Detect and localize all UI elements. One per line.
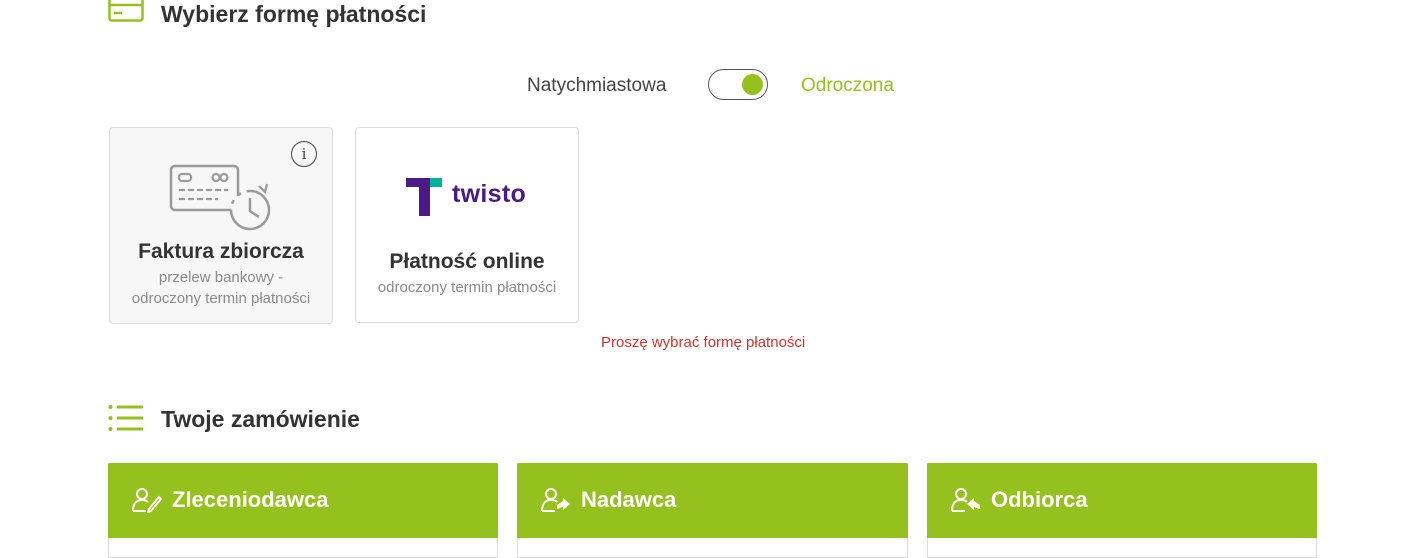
- person-send-icon: [541, 488, 570, 512]
- card-title: Płatność online: [389, 250, 545, 273]
- credit-card-icon: [108, 0, 144, 22]
- panel-header[interactable]: Odbiorca: [927, 463, 1317, 538]
- section-title-order: Twoje zamówienie: [161, 406, 360, 432]
- list-icon: [108, 405, 143, 431]
- card-clock-icon: [169, 164, 271, 231]
- panel-sender: Nadawca: [517, 463, 908, 558]
- twisto-wordmark: twisto: [452, 180, 527, 208]
- panel-header[interactable]: Zleceniodawca: [108, 463, 498, 538]
- option-deferred-label[interactable]: Odroczona: [801, 75, 894, 97]
- card-subtitle: odroczony termin płatności: [131, 290, 311, 307]
- toggle-knob: [742, 74, 763, 95]
- panel-label: Odbiorca: [991, 487, 1088, 512]
- person-edit-icon: [132, 488, 162, 513]
- card-title: Faktura zbiorcza: [138, 240, 304, 263]
- info-icon[interactable]: i: [291, 141, 317, 167]
- panel-ordering-party: Zleceniodawca: [108, 463, 498, 558]
- payment-error-message: Proszę wybrać formę płatności: [601, 334, 806, 351]
- option-immediate-label[interactable]: Natychmiastowa: [527, 75, 666, 97]
- twisto-logo-icon: [406, 178, 442, 216]
- card-subtitle: przelew bankowy -: [158, 269, 284, 286]
- panel-recipient: Odbiorca: [927, 463, 1317, 558]
- panel-label: Zleceniodawca: [172, 487, 329, 512]
- card-subtitle: odroczony termin płatności: [377, 279, 557, 296]
- panel-label: Nadawca: [581, 487, 677, 512]
- panel-header[interactable]: Nadawca: [517, 463, 908, 538]
- person-receive-icon: [951, 488, 980, 512]
- payment-mode-toggle[interactable]: [708, 69, 768, 100]
- section-title-payment: Wybierz formę płatności: [161, 1, 427, 27]
